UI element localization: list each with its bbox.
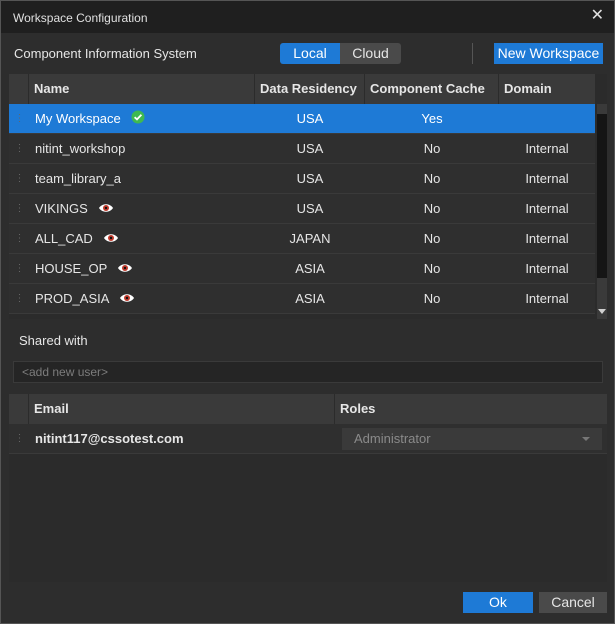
workspace-name: ALL_CAD [35,231,93,246]
header-name[interactable]: Name [29,74,255,104]
domain: Internal [525,291,569,306]
workspace-table-header: Name Data Residency Component Cache Doma… [9,74,595,104]
workspace-row[interactable]: ⋮ HOUSE_OP ASIA No Internal [9,254,595,284]
role-value: Administrator [354,431,431,446]
component-cache: No [423,171,441,186]
workspace-name: team_library_a [35,171,121,186]
workspace-name: HOUSE_OP [35,261,108,276]
drag-handle-icon[interactable]: ⋮ [9,254,29,284]
workspace-config-dialog: Workspace Configuration ✕ Component Info… [0,0,615,624]
data-residency: ASIA [295,261,325,276]
component-cache: No [423,201,441,216]
workspace-row[interactable]: ⋮ nitint_workshop USA No Internal [9,134,595,164]
domain [499,104,595,134]
eye-icon [103,225,119,255]
drag-column-header [9,394,29,424]
users-table-header: Email Roles [9,394,607,424]
drag-handle-icon[interactable]: ⋮ [9,424,29,454]
component-cache: No [423,291,441,306]
title-bar: Workspace Configuration ✕ [1,1,614,33]
scrollbar-thumb[interactable] [597,114,607,278]
cis-label: Component Information System [14,46,197,61]
cloud-tab[interactable]: Cloud [340,43,401,64]
check-icon [131,105,145,135]
cancel-button[interactable]: Cancel [539,592,607,613]
chevron-down-icon [582,437,590,441]
workspace-row[interactable]: ⋮ VIKINGS USA No Internal [9,194,595,224]
scroll-down-icon[interactable] [598,309,606,314]
drag-column-header [9,74,29,104]
header-roles[interactable]: Roles [335,394,607,424]
ok-button[interactable]: Ok [463,592,533,613]
workspace-name-cell: PROD_ASIA [29,284,255,314]
new-workspace-button[interactable]: New Workspace [494,43,603,64]
add-user-input[interactable] [13,361,603,383]
data-residency: JAPAN [289,231,331,246]
drag-handle-icon[interactable]: ⋮ [9,104,29,134]
data-residency: USA [296,171,324,186]
shared-users-table: Email Roles ⋮ nitint117@cssotest.com Adm… [9,394,607,582]
user-row[interactable]: ⋮ nitint117@cssotest.com Administrator [9,424,607,454]
drag-handle-icon[interactable]: ⋮ [9,224,29,254]
workspace-name-cell: nitint_workshop [29,134,255,164]
header-email[interactable]: Email [29,394,335,424]
eye-icon [119,285,135,315]
dialog-title: Workspace Configuration [13,11,148,25]
workspace-name: nitint_workshop [35,141,126,156]
workspace-row[interactable]: ⋮ My Workspace USA Yes [9,104,595,134]
component-cache: No [423,231,441,246]
user-email: nitint117@cssotest.com [35,431,184,446]
component-cache: No [423,141,441,156]
workspace-name: VIKINGS [35,201,88,216]
drag-handle-icon[interactable]: ⋮ [9,194,29,224]
workspace-row[interactable]: ⋮ PROD_ASIA ASIA No Internal [9,284,595,314]
domain: Internal [525,171,569,186]
drag-handle-icon[interactable]: ⋮ [9,134,29,164]
data-residency: USA [296,201,324,216]
shared-with-label: Shared with [19,333,88,348]
workspace-name-cell: My Workspace [29,104,255,134]
header-component-cache[interactable]: Component Cache [365,74,499,104]
close-icon[interactable]: ✕ [591,5,604,25]
domain: Internal [525,141,569,156]
local-tab[interactable]: Local [280,43,340,64]
workspace-row[interactable]: ⋮ team_library_a USA No Internal [9,164,595,194]
component-cache: No [423,261,441,276]
component-cache: Yes [421,111,443,126]
domain: Internal [525,201,569,216]
workspace-name-cell: ALL_CAD [29,224,255,254]
header-domain[interactable]: Domain [499,74,595,104]
workspace-name: PROD_ASIA [35,291,110,306]
data-residency: ASIA [295,291,325,306]
drag-handle-icon[interactable]: ⋮ [9,284,29,314]
eye-icon [98,195,114,225]
scrollbar-corner [597,74,607,104]
domain: Internal [525,231,569,246]
drag-handle-icon[interactable]: ⋮ [9,164,29,194]
role-select[interactable]: Administrator [342,428,602,450]
role-cell: Administrator [335,424,607,454]
eye-icon [117,255,133,285]
workspace-name-cell: team_library_a [29,164,255,194]
workspace-table-body: ⋮ My Workspace USA Yes ⋮ nitint_workshop USA No… [9,104,595,314]
data-residency: USA [296,141,324,156]
toolbar-divider [472,43,473,64]
workspace-name-cell: HOUSE_OP [29,254,255,284]
local-cloud-toggle: Local Cloud [280,43,401,64]
workspace-row[interactable]: ⋮ ALL_CAD JAPAN No Internal [9,224,595,254]
workspace-table: Name Data Residency Component Cache Doma… [9,74,607,319]
header-data-residency[interactable]: Data Residency [255,74,365,104]
workspace-name: My Workspace [35,111,121,126]
workspace-name-cell: VIKINGS [29,194,255,224]
data-residency: USA [296,111,324,126]
domain: Internal [525,261,569,276]
